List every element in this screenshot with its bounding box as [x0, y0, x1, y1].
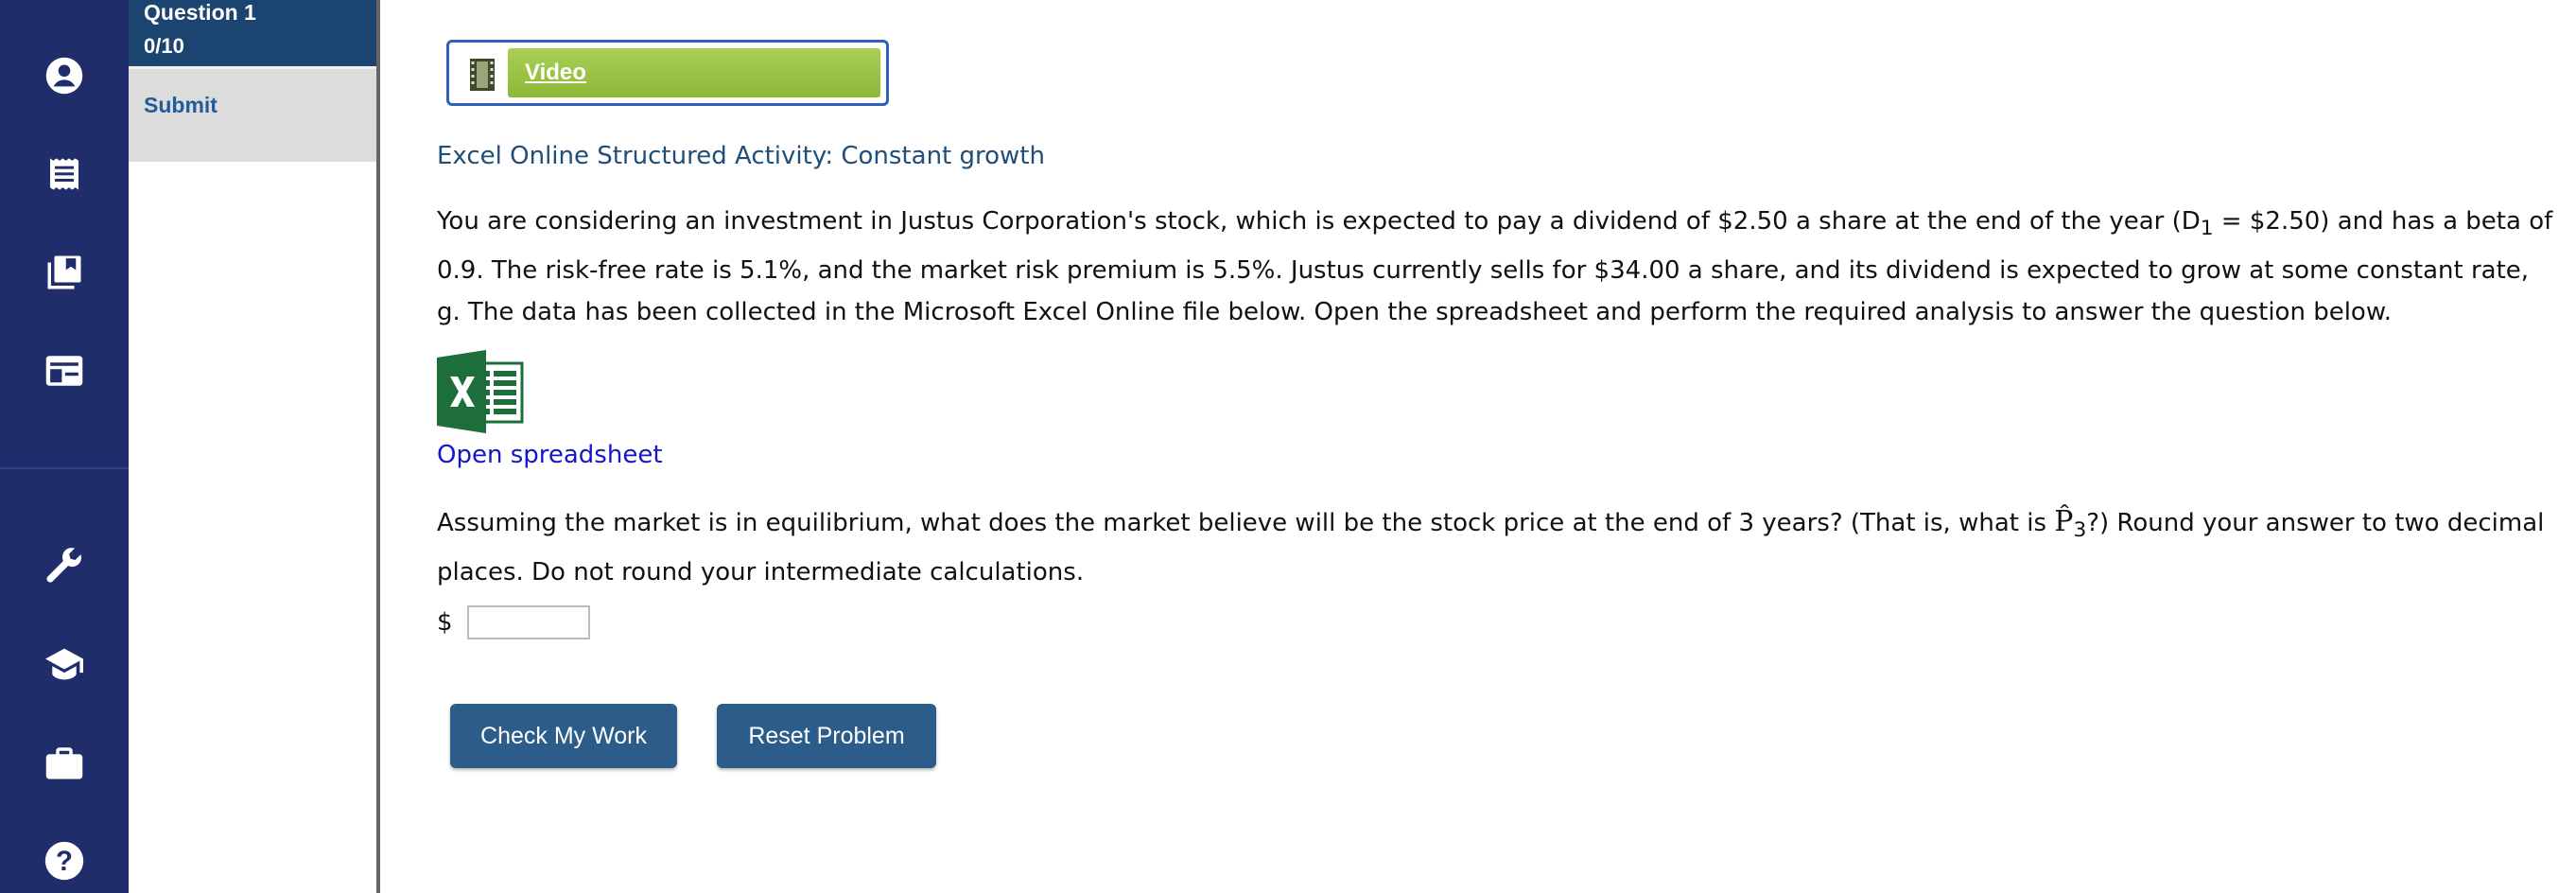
submit-row: Submit — [129, 69, 376, 162]
library-icon[interactable] — [38, 246, 91, 299]
check-my-work-button[interactable]: Check My Work — [450, 704, 677, 768]
help-icon[interactable]: ? — [38, 834, 91, 887]
video-button[interactable]: Video — [446, 40, 889, 106]
question-text: Assuming the market is in equilibrium, w… — [437, 501, 2555, 593]
question-score: 0/10 — [144, 34, 184, 58]
problem-text-part1: You are considering an investment in Jus… — [437, 207, 2201, 236]
film-icon — [470, 59, 495, 91]
excel-icon[interactable] — [437, 350, 526, 433]
account-icon[interactable] — [38, 49, 91, 102]
question-part1: Assuming the market is in equilibrium, w… — [437, 509, 2055, 537]
reset-problem-button[interactable]: Reset Problem — [717, 704, 936, 768]
main-content: Video Excel Online Structured Activity: … — [380, 0, 2576, 893]
app-icon-rail: ? — [0, 0, 129, 893]
answer-input[interactable] — [467, 605, 590, 639]
graduation-cap-icon[interactable] — [38, 638, 91, 691]
dividend-subscript: 1 — [2200, 217, 2214, 241]
video-bar: Video — [508, 48, 880, 97]
problem-statement: You are considering an investment in Jus… — [437, 201, 2555, 333]
question-header[interactable]: Question 1 0/10 — [129, 0, 376, 66]
receipt-icon[interactable] — [38, 148, 91, 201]
dashboard-icon[interactable] — [38, 344, 91, 397]
rail-divider — [0, 467, 129, 469]
activity-title: Excel Online Structured Activity: Consta… — [437, 142, 1045, 170]
currency-symbol: $ — [437, 608, 453, 637]
wrench-icon[interactable] — [38, 539, 91, 592]
submit-link[interactable]: Submit — [144, 93, 218, 118]
p-hat-symbol: P̂ — [2054, 505, 2074, 538]
question-title: Question 1 — [144, 0, 256, 25]
video-label[interactable]: Video — [525, 60, 586, 86]
p-subscript: 3 — [2073, 518, 2087, 543]
question-panel: Question 1 0/10 Submit — [129, 0, 380, 893]
open-spreadsheet-link[interactable]: Open spreadsheet — [437, 441, 663, 469]
svg-text:?: ? — [56, 846, 73, 877]
briefcase-icon[interactable] — [38, 736, 91, 789]
